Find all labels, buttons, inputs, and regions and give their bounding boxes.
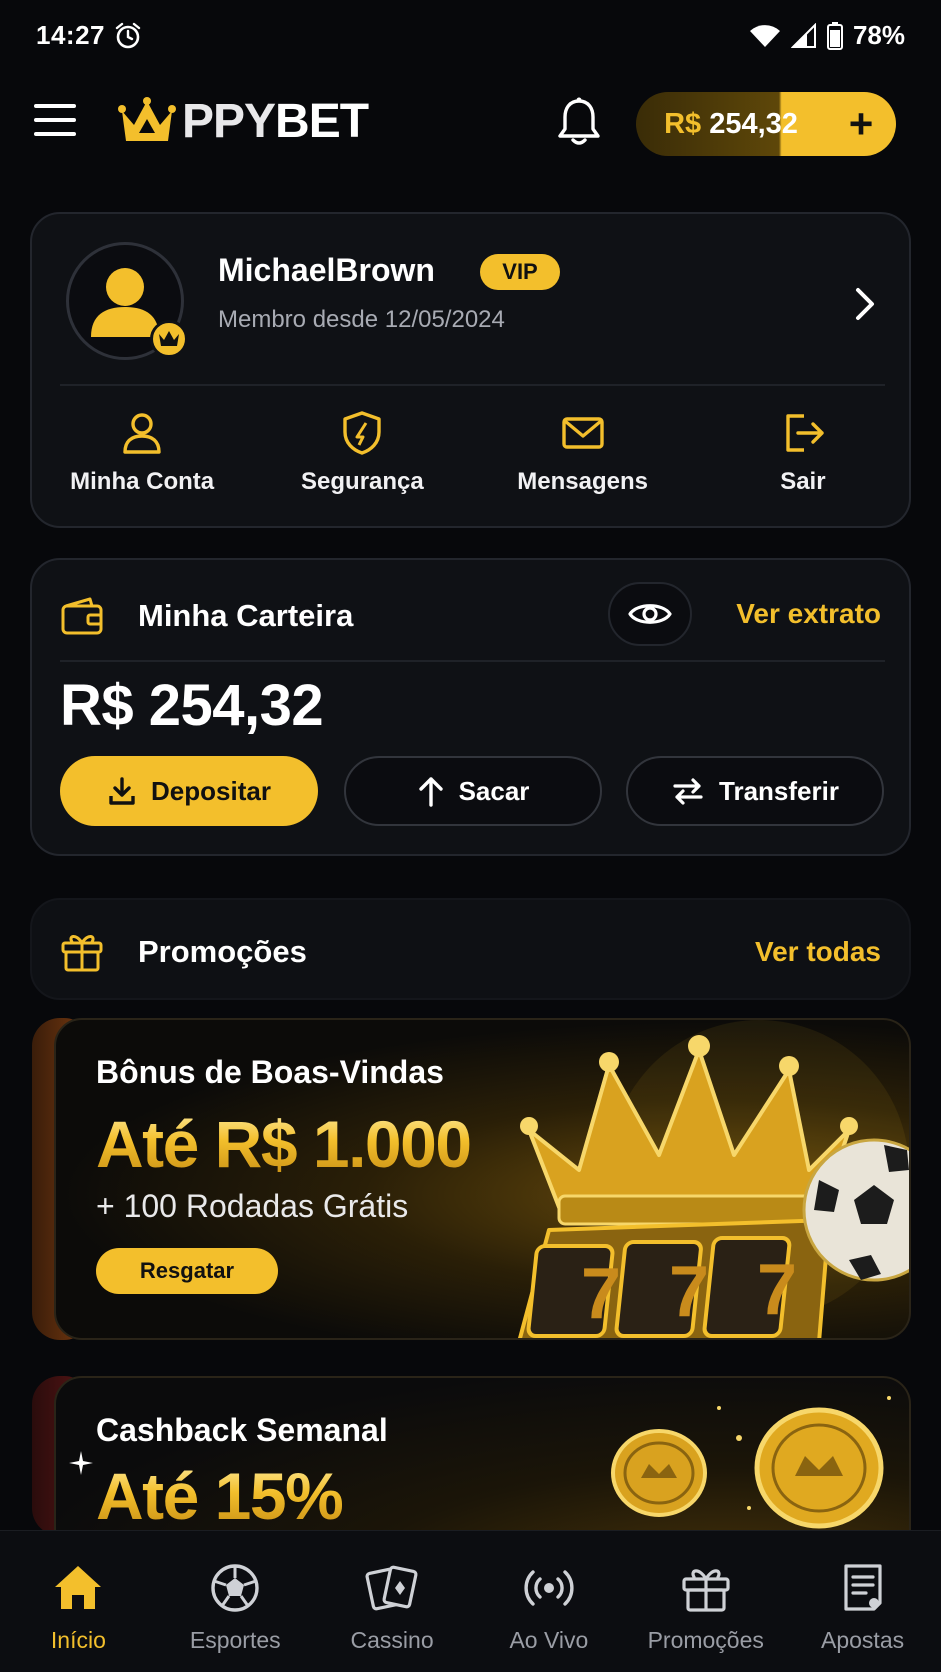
member-since: Membro desde 12/05/2024: [218, 306, 505, 333]
battery-level: 78%: [852, 20, 905, 50]
wallet-title: Minha Carteira: [138, 598, 354, 633]
svg-text:7: 7: [581, 1254, 621, 1334]
download-icon: [109, 777, 135, 805]
receipt-icon: [843, 1564, 882, 1611]
home-icon: [55, 1566, 102, 1609]
alarm-icon: [115, 22, 141, 49]
status-bar: 14:27 78%: [0, 0, 941, 72]
bottom-navigation: Início Esportes Cassino Ao Vivo Promoçõe…: [0, 1530, 941, 1672]
svg-text:7: 7: [757, 1250, 797, 1330]
sparkle-icon: [69, 1451, 93, 1475]
banner-headline: Até 15%: [96, 1459, 344, 1533]
deposit-button[interactable]: Depositar: [60, 756, 318, 826]
svg-text:7: 7: [669, 1252, 709, 1332]
promotions-title: Promoções: [138, 934, 307, 969]
my-account-label: Minha Conta: [70, 468, 215, 495]
battery-icon: [826, 21, 843, 50]
wallet-card: Minha Carteira Ver extrato R$ 254,32 Dep…: [30, 558, 911, 856]
vip-badge: VIP: [480, 254, 560, 290]
app-header: PPYBET R$ 254,32 +: [0, 84, 941, 162]
header-balance-currency: R$: [664, 107, 702, 140]
header-balance-button[interactable]: R$ 254,32 +: [636, 92, 896, 156]
nav-casino-label: Cassino: [350, 1627, 434, 1653]
welcome-bonus-banner[interactable]: 7 7 7 Bônus de Boas-Vindas Até R$ 1.000 …: [54, 1018, 911, 1340]
deposit-label: Depositar: [151, 775, 271, 806]
menu-bar: [34, 118, 76, 122]
promotions-header: Promoções Ver todas: [30, 898, 911, 1000]
view-statement-link[interactable]: Ver extrato: [736, 598, 881, 630]
nav-home-label: Início: [50, 1627, 106, 1653]
nav-bets-label: Apostas: [821, 1627, 905, 1653]
nav-sports-label: Esportes: [189, 1627, 281, 1653]
transfer-label: Transferir: [719, 775, 839, 806]
security-label: Segurança: [301, 468, 424, 495]
gift-icon: [682, 1569, 730, 1612]
menu-bar: [34, 132, 76, 136]
claim-bonus-button[interactable]: Resgatar: [96, 1248, 278, 1294]
soccer-ball-icon: [211, 1564, 259, 1612]
shield-icon: [343, 411, 382, 455]
user-icon: [123, 413, 161, 454]
transfer-button[interactable]: Transferir: [626, 756, 884, 826]
see-all-promotions-link[interactable]: Ver todas: [755, 936, 881, 968]
logo-text-ppy: PPY: [182, 95, 276, 148]
gift-icon: [61, 935, 103, 972]
banner-extra-text: + 100 Rodadas Grátis: [96, 1188, 409, 1224]
divider: [60, 384, 885, 386]
messages-button[interactable]: Mensagens: [473, 410, 693, 510]
status-time: 14:27: [36, 20, 105, 50]
app-logo[interactable]: PPYBET: [118, 94, 369, 149]
signal-icon: [790, 22, 816, 48]
notification-bell-icon[interactable]: [556, 96, 602, 148]
eye-icon: [628, 604, 672, 624]
wifi-icon: [749, 24, 780, 47]
transfer-arrows-icon: [673, 778, 703, 805]
nav-promotions[interactable]: Promoções: [627, 1531, 784, 1672]
gold-coins-illustration: [611, 1396, 891, 1529]
chevron-right-icon[interactable]: [850, 284, 880, 324]
banner-subtitle: Bônus de Boas-Vindas: [96, 1054, 444, 1090]
banner-headline: Até R$ 1.000: [96, 1107, 472, 1181]
logout-button[interactable]: Sair: [693, 410, 913, 510]
header-balance-value: 254,32: [709, 107, 798, 140]
logout-icon: [786, 414, 824, 452]
menu-bar: [34, 104, 76, 108]
live-broadcast-icon: [524, 1570, 574, 1606]
add-funds-icon: +: [848, 100, 874, 147]
nav-casino[interactable]: Cassino: [314, 1531, 471, 1672]
wallet-icon: [61, 597, 103, 635]
wallet-balance: R$ 254,32: [60, 673, 324, 738]
toggle-balance-visibility-button[interactable]: [608, 582, 692, 646]
nav-bets[interactable]: Apostas: [784, 1531, 941, 1672]
nav-promotions-label: Promoções: [647, 1627, 764, 1653]
username: MichaelBrown: [218, 252, 435, 288]
divider: [60, 660, 885, 662]
security-button[interactable]: Segurança: [252, 410, 472, 510]
nav-live[interactable]: Ao Vivo: [470, 1531, 627, 1672]
mail-icon: [561, 417, 604, 449]
profile-quick-actions: Minha Conta Segurança Mensagens Sair: [32, 410, 913, 510]
nav-sports[interactable]: Esportes: [157, 1531, 314, 1672]
nav-home[interactable]: Início: [0, 1531, 157, 1672]
logout-label: Sair: [780, 468, 826, 495]
cards-icon: [365, 1565, 418, 1611]
my-account-button[interactable]: Minha Conta: [32, 410, 252, 510]
nav-live-label: Ao Vivo: [509, 1627, 589, 1653]
profile-card[interactable]: MichaelBrown VIP Membro desde 12/05/2024…: [30, 212, 911, 528]
arrow-up-icon: [418, 777, 443, 807]
messages-label: Mensagens: [517, 468, 648, 495]
banner-subtitle: Cashback Semanal: [96, 1412, 388, 1448]
crown-icon: [118, 96, 176, 141]
withdraw-button[interactable]: Sacar: [344, 756, 602, 826]
logo-text-bet: BET: [275, 95, 369, 148]
crown-slot-soccer-illustration: 7 7 7: [518, 1020, 909, 1338]
withdraw-label: Sacar: [458, 775, 530, 806]
avatar-crown-badge-icon: [150, 320, 188, 358]
menu-button[interactable]: [34, 104, 76, 140]
